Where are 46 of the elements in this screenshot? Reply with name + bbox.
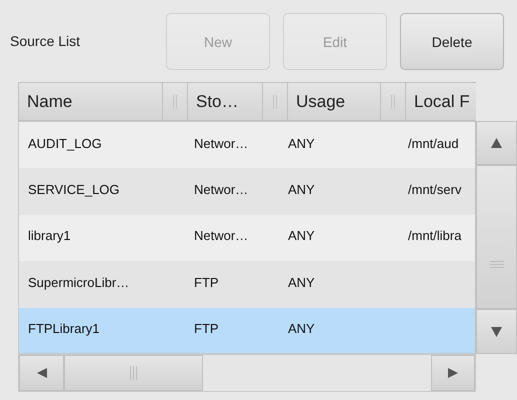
grip-icon	[490, 261, 504, 268]
table-row[interactable]: library1 Networ… ANY /mnt/libra	[19, 214, 476, 262]
table-cell-text: SERVICE_LOG	[27, 182, 121, 198]
scroll-right-button[interactable]	[431, 355, 475, 391]
table-row[interactable]: FTPLibrary1 FTP ANY	[19, 308, 476, 353]
table-cell-text: FTPLibrary1	[27, 321, 101, 336]
delete-button[interactable]: Delete	[400, 13, 504, 70]
right-triangle-icon	[448, 368, 458, 378]
grip-icon	[130, 366, 137, 380]
column-grip-icon[interactable]	[272, 94, 278, 108]
horizontal-scroll-thumb[interactable]	[64, 355, 203, 391]
vertical-scrollbar[interactable]	[475, 121, 517, 354]
scroll-up-button[interactable]	[476, 121, 517, 165]
scroll-left-button[interactable]	[19, 355, 64, 391]
table-cell-text: ANY	[287, 274, 316, 290]
column-grip-icon[interactable]	[390, 94, 396, 108]
table-cell-text: ANY	[287, 228, 316, 244]
horizontal-scrollbar[interactable]	[18, 354, 476, 392]
left-triangle-icon	[36, 368, 46, 378]
table-cell-text: ANY	[287, 321, 316, 336]
table-cell-text: Networ…	[193, 228, 250, 244]
table-row[interactable]: AUDIT_LOG Networ… ANY /mnt/aud	[19, 122, 476, 168]
table-cell-text: ANY	[287, 136, 316, 151]
table-cell-text: Networ…	[193, 136, 250, 151]
up-triangle-icon	[491, 138, 502, 148]
scroll-down-button[interactable]	[476, 309, 517, 354]
table-row[interactable]: SERVICE_LOG Networ… ANY /mnt/serv	[19, 168, 476, 215]
column-header[interactable]: Usage	[287, 82, 380, 121]
table-cell-text: SupermicroLibr…	[27, 274, 130, 290]
column-header[interactable]: Name	[18, 82, 162, 121]
column-header[interactable]: Local F	[405, 82, 476, 121]
table-cell-text: /mnt/aud	[407, 136, 460, 151]
table-cell-text: FTP	[193, 321, 220, 336]
table-cell-text: FTP	[193, 274, 220, 290]
table-cell-text: /mnt/libra	[407, 228, 462, 244]
panel-label: Source List	[9, 33, 82, 49]
table-row[interactable]: SupermicroLibr… FTP ANY	[19, 261, 476, 308]
column-grip-icon[interactable]	[172, 94, 178, 108]
table-cell-text: /mnt/serv	[407, 182, 462, 198]
table-cell-text: library1	[27, 228, 72, 244]
table-cell-text: AUDIT_LOG	[27, 136, 103, 151]
column-header[interactable]: Sto…	[187, 82, 262, 121]
table-cell-text: Networ…	[193, 182, 250, 198]
vertical-scroll-thumb[interactable]	[476, 165, 517, 309]
down-triangle-icon	[491, 326, 502, 336]
table-cell-text: ANY	[287, 182, 316, 198]
